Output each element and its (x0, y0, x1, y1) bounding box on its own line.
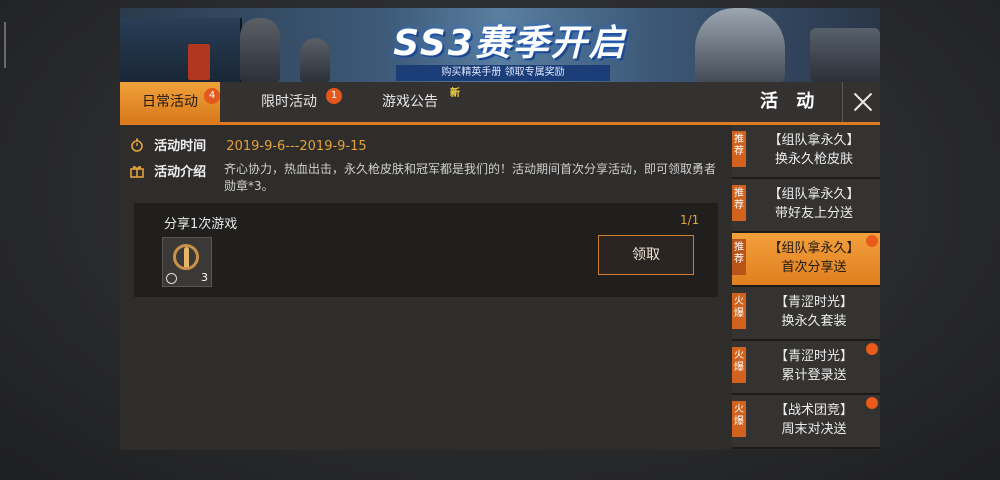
banner-subtitle: 购买精英手册 领取专属奖励 (396, 65, 610, 81)
activity-intro-label: 活动介绍 (154, 165, 207, 180)
activity-content: 活动时间 2019-9-6---2019-9-15 活动介绍 齐心协力，热血出击… (120, 125, 732, 450)
activity-list-item[interactable]: 推荐 【组队拿永久】 带好友上分送 (732, 179, 880, 233)
activity-item-line1: 【青涩时光】 (774, 295, 853, 310)
notification-dot (866, 397, 878, 409)
activity-list-item[interactable]: 火爆 【战术团竞】 周末对决送 (732, 395, 880, 449)
activity-item-text: 【组队拿永久】 带好友上分送 (750, 185, 878, 223)
activity-item-line1: 【组队拿永久】 (768, 241, 860, 256)
notification-dot (866, 235, 878, 247)
clock-icon (166, 273, 177, 284)
stopwatch-icon (131, 138, 143, 152)
recommend-tag: 推荐 (732, 131, 746, 167)
tab-label: 日常活动 (142, 94, 198, 110)
notification-badge: 4 (204, 88, 220, 104)
task-card: 分享1次游戏 1/1 3 领取 (134, 203, 718, 297)
activity-item-text: 【组队拿永久】 首次分享送 (750, 239, 878, 277)
activity-item-line1: 【组队拿永久】 (768, 133, 860, 148)
hot-tag: 火爆 (732, 401, 746, 437)
activity-intro-row: 活动介绍 (130, 161, 206, 180)
activity-item-line2: 换永久套装 (781, 314, 847, 329)
activity-item-text: 【组队拿永久】 换永久枪皮肤 (750, 131, 878, 169)
activity-list: 推荐 【组队拿永久】 换永久枪皮肤 推荐 【组队拿永久】 带好友上分送 推荐 【… (732, 125, 880, 450)
tab-game-announcements[interactable]: 游戏公告 (360, 82, 460, 122)
activity-list-item[interactable]: 火爆 【青涩时光】 换永久套装 (732, 287, 880, 341)
gift-icon (130, 166, 144, 178)
activity-list-item[interactable]: 推荐 【组队拿永久】 换永久枪皮肤 (732, 125, 880, 179)
activity-item-line1: 【战术团竞】 (774, 403, 853, 418)
activity-panel: SS3赛季开启 购买精英手册 领取专属奖励 日常活动 4 限时活动 1 游戏公告… (120, 8, 880, 450)
banner-title: SS3赛季开启 (393, 23, 627, 64)
tab-limited-activities[interactable]: 限时活动 1 (244, 82, 342, 122)
activity-item-line2: 首次分享送 (781, 260, 847, 275)
banner-vehicle-art (810, 28, 880, 82)
banner-soldier-art (240, 18, 280, 82)
banner-soldier-art (300, 38, 330, 82)
activity-list-item-selected[interactable]: 推荐 【组队拿永久】 首次分享送 (732, 233, 880, 287)
activity-item-text: 【战术团竞】 周末对决送 (750, 401, 878, 439)
recommend-tag: 推荐 (732, 239, 746, 275)
tab-daily-activities[interactable]: 日常活动 4 (120, 82, 220, 122)
banner-barrel-art (188, 44, 210, 80)
activity-item-line2: 周末对决送 (781, 422, 847, 437)
notification-dot (866, 343, 878, 355)
reward-item[interactable]: 3 (162, 237, 212, 287)
recommend-tag: 推荐 (732, 185, 746, 221)
activity-item-text: 【青涩时光】 累计登录送 (750, 347, 878, 385)
tab-bar: 日常活动 4 限时活动 1 游戏公告 新 活 动 (120, 82, 880, 125)
panel-title: 活 动 (760, 91, 821, 112)
task-progress: 1/1 (680, 213, 700, 227)
hot-tag: 火爆 (732, 293, 746, 329)
close-button[interactable] (842, 82, 881, 122)
reward-count: 3 (201, 271, 208, 284)
season-banner[interactable]: SS3赛季开启 购买精英手册 领取专属奖励 (120, 8, 880, 82)
notification-badge: 1 (326, 88, 342, 104)
activity-list-item[interactable]: 火爆 【青涩时光】 累计登录送 (732, 341, 880, 395)
activity-item-text: 【青涩时光】 换永久套装 (750, 293, 878, 331)
task-title: 分享1次游戏 (164, 217, 238, 232)
activity-time-row: 活动时间 2019-9-6---2019-9-15 (130, 135, 367, 154)
edge-indicator (4, 22, 6, 68)
tab-label: 游戏公告 (382, 94, 438, 110)
bullet-icon (184, 247, 189, 267)
activity-time-value: 2019-9-6---2019-9-15 (226, 139, 367, 154)
activity-description: 齐心协力，热血出击，永久枪皮肤和冠军都是我们的！活动期间首次分享活动，即可领取勇… (224, 162, 717, 193)
activity-item-line1: 【组队拿永久】 (768, 187, 860, 202)
tab-label: 限时活动 (261, 94, 317, 110)
activity-item-line1: 【青涩时光】 (774, 349, 853, 364)
claim-button[interactable]: 领取 (598, 235, 694, 275)
banner-armored-soldier-art (695, 8, 785, 82)
new-tag: 新 (450, 88, 460, 99)
activity-item-line2: 带好友上分送 (774, 206, 853, 221)
banner-container-art (120, 18, 242, 82)
activity-item-line2: 累计登录送 (781, 368, 847, 383)
activity-time-label: 活动时间 (154, 139, 207, 154)
activity-item-line2: 换永久枪皮肤 (774, 152, 853, 167)
hot-tag: 火爆 (732, 347, 746, 383)
